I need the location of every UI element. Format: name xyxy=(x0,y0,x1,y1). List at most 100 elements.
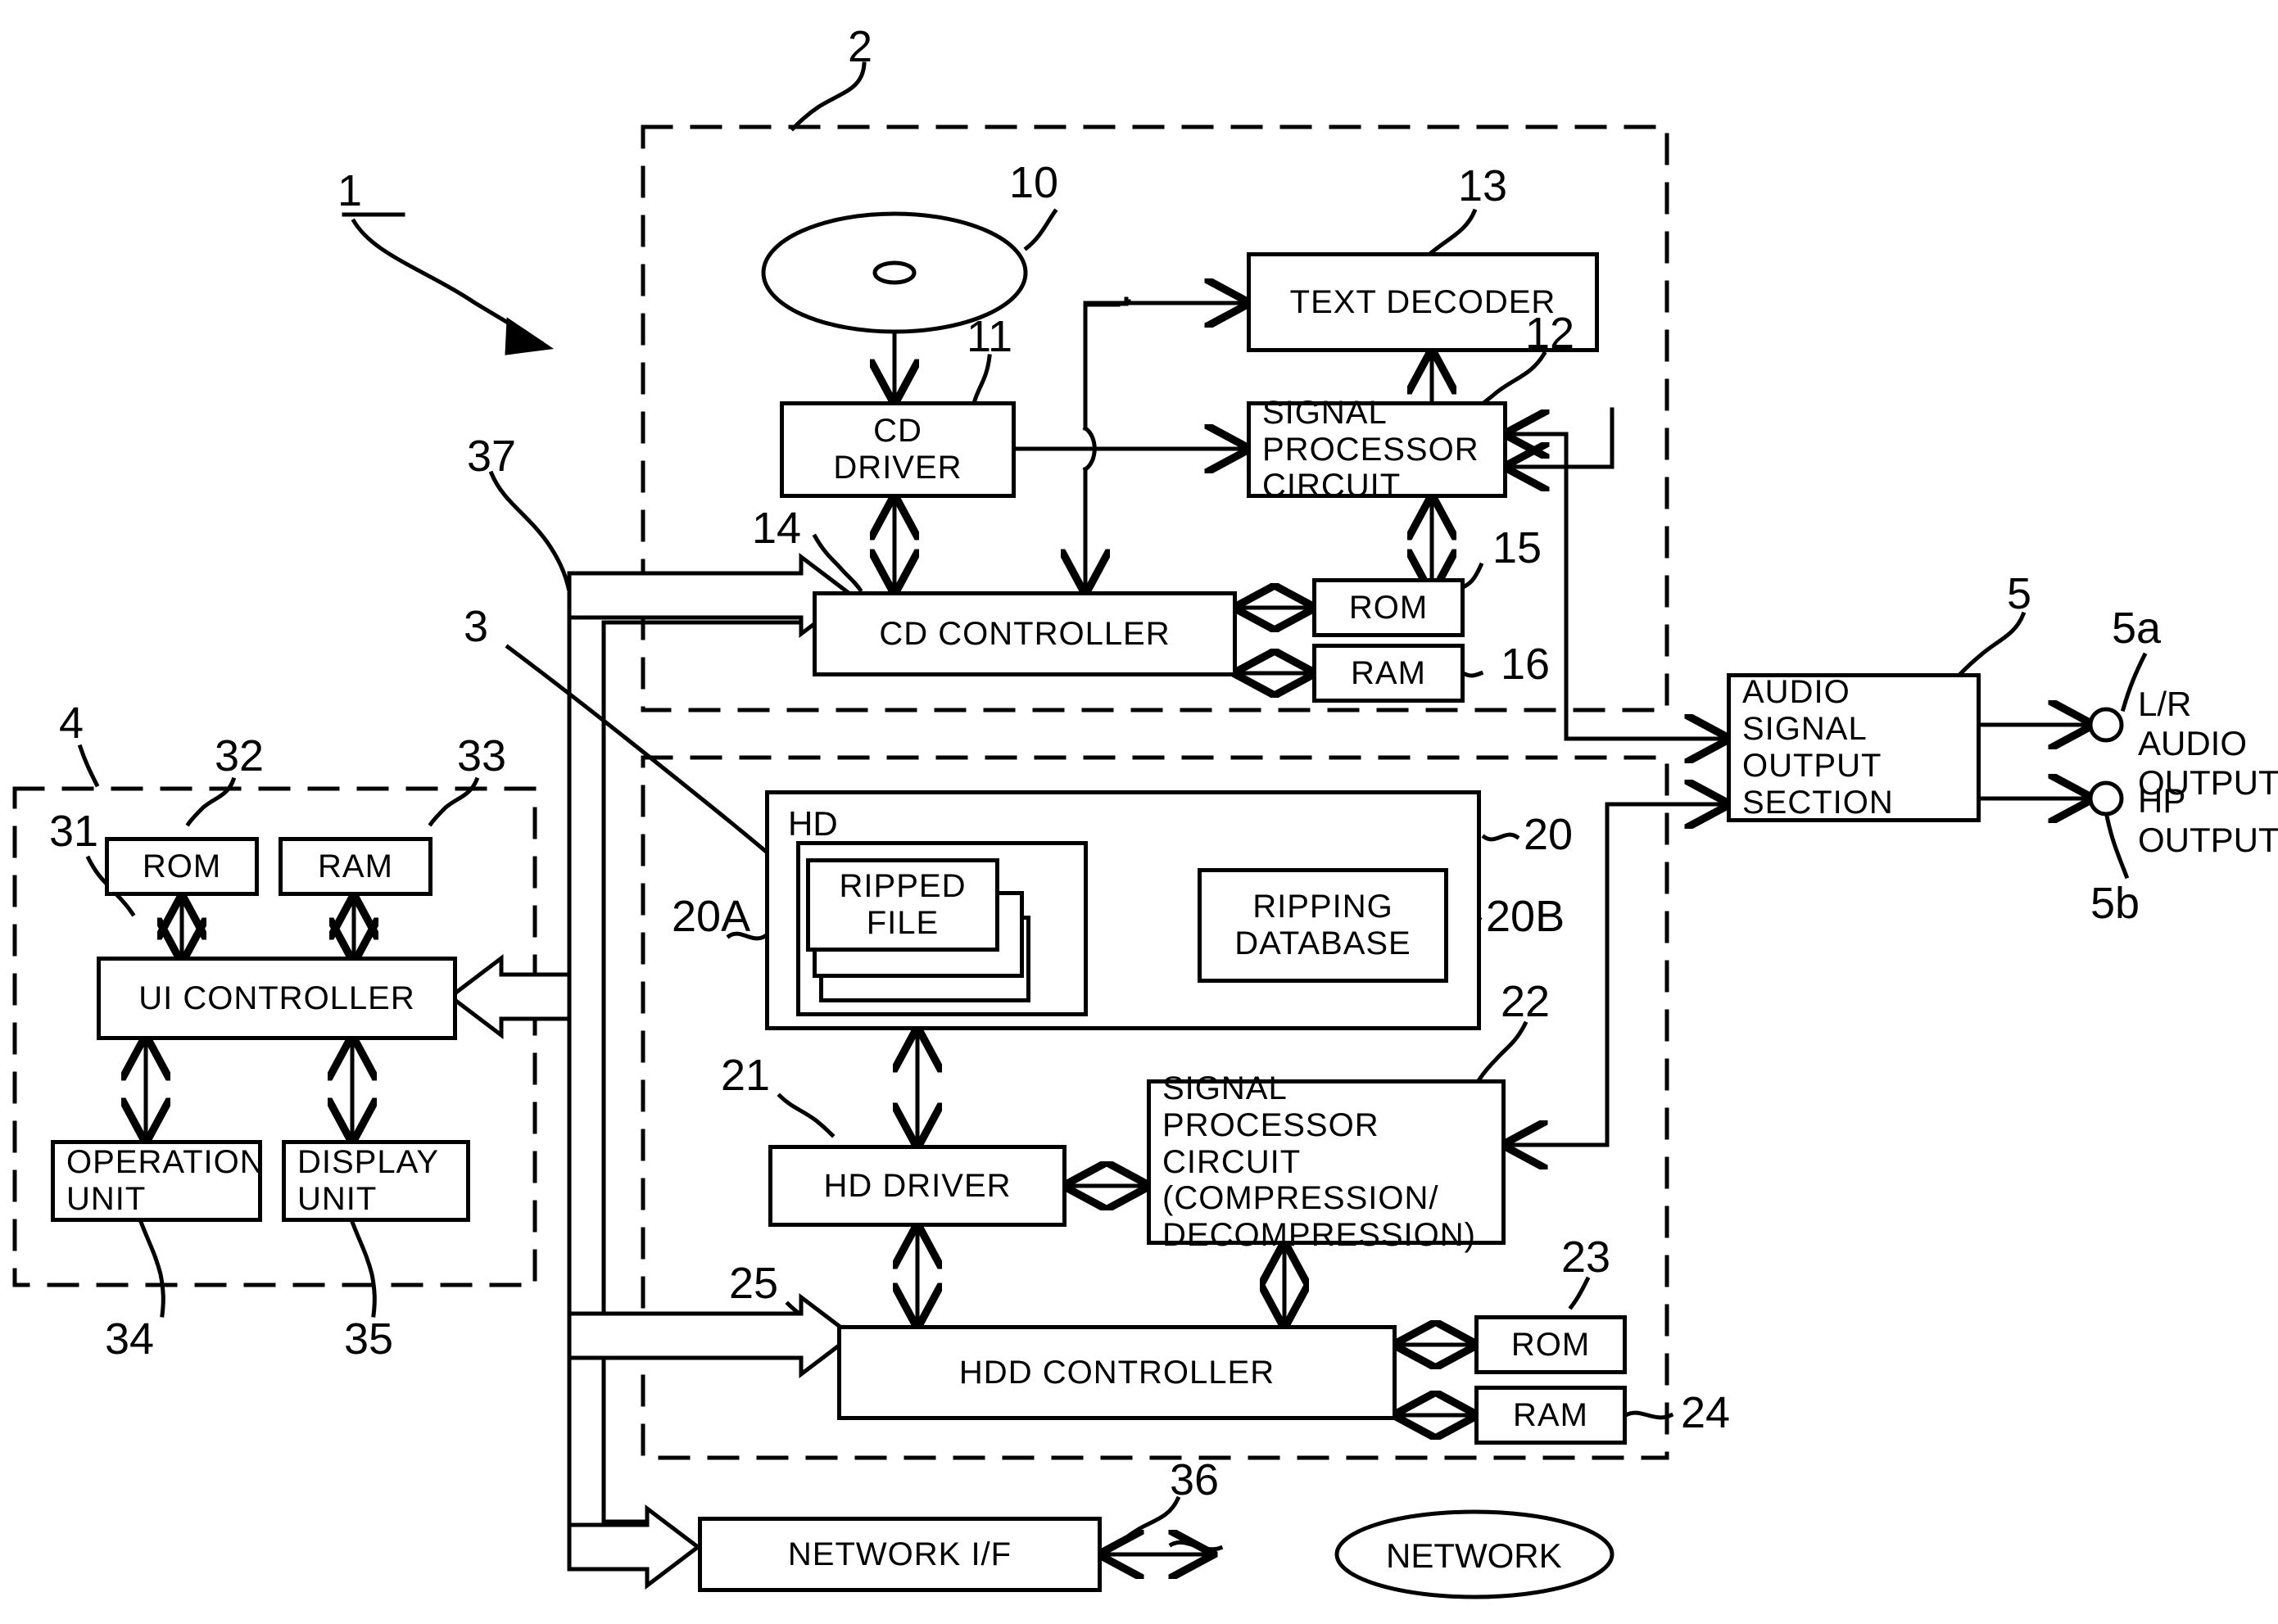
ref-12: 12 xyxy=(1525,309,1575,358)
audio-output-label-2: OUTPUT xyxy=(1742,748,1882,784)
leader-36 xyxy=(1121,1495,1181,1543)
audio-output-section-block[interactable]: AUDIO SIGNAL OUTPUT SECTION xyxy=(1727,673,1981,822)
ref-11: 11 xyxy=(967,312,1013,361)
ref-5a: 5a xyxy=(2112,604,2162,653)
cd-controller-label: CD CONTROLLER xyxy=(879,615,1171,652)
operation-unit-block[interactable]: OPERATION UNIT xyxy=(51,1140,265,1222)
display-unit-label-1: DISPLAY xyxy=(297,1144,439,1181)
cd-driver-label-2: DRIVER xyxy=(833,450,962,486)
cd-ram-block[interactable]: RAM xyxy=(1312,644,1465,703)
hd-driver-label: HD DRIVER xyxy=(823,1167,1012,1204)
ref-22: 22 xyxy=(1501,977,1551,1026)
hp-output-label-1: HP xyxy=(2138,781,2186,820)
network-label: NETWORK xyxy=(1386,1536,1562,1575)
figure-canvas: TEXT DECODER CD DRIVER SIGNAL PROCESSOR … xyxy=(0,0,2278,1624)
ref-20A: 20A xyxy=(672,892,751,941)
ref-21: 21 xyxy=(721,1051,771,1100)
cd-controller-block[interactable]: CD CONTROLLER xyxy=(813,591,1237,676)
cd-rom-block[interactable]: ROM xyxy=(1312,578,1465,637)
lr-terminal-dot xyxy=(2088,707,2124,743)
cd-driver-block[interactable]: CD DRIVER xyxy=(780,401,1016,498)
leader-5b xyxy=(2104,813,2130,880)
hd-driver-block[interactable]: HD DRIVER xyxy=(768,1145,1067,1227)
bus-arrow-hdd-controller xyxy=(567,1292,856,1379)
hd-signal-processor-label-4: DECOMPRESSION) xyxy=(1162,1217,1476,1254)
leader-15 xyxy=(1461,562,1484,590)
leader-4 xyxy=(77,744,100,788)
ref-32: 32 xyxy=(215,731,265,780)
ref-25: 25 xyxy=(729,1259,779,1308)
ref-1: 1 xyxy=(337,166,363,215)
ref-24: 24 xyxy=(1681,1388,1731,1437)
cd-signal-processor-label-1: SIGNAL PROCESSOR xyxy=(1262,394,1479,468)
hd-signal-processor-label-2: CIRCUIT xyxy=(1162,1143,1302,1180)
ref-5b: 5b xyxy=(2090,879,2140,928)
ref-36: 36 xyxy=(1170,1455,1220,1504)
ui-rom-block[interactable]: ROM xyxy=(105,837,259,896)
leader-11 xyxy=(971,354,992,404)
leader-16 xyxy=(1460,670,1484,678)
lr-audio-output-label-1: L/R xyxy=(2138,685,2192,723)
operation-unit-label-1: OPERATION xyxy=(66,1144,265,1181)
leader-5 xyxy=(1958,611,2027,676)
cd-signal-processor-block[interactable]: SIGNAL PROCESSOR CIRCUIT xyxy=(1247,395,1507,504)
hd-label: HD xyxy=(788,804,838,843)
ref-35: 35 xyxy=(344,1314,394,1364)
bus-arrow-ui-controller xyxy=(446,953,572,1040)
ripped-file-label-2: FILE xyxy=(866,905,940,941)
leader-36-squiggle xyxy=(1168,1540,1224,1552)
ref-14: 14 xyxy=(752,504,802,553)
leader-37 xyxy=(488,470,571,590)
ref-5: 5 xyxy=(2007,569,2032,618)
bus-rail-b-bottom xyxy=(601,1403,650,1524)
ref-3: 3 xyxy=(464,602,489,651)
hdd-controller-block[interactable]: HDD CONTROLLER xyxy=(837,1325,1397,1420)
ui-controller-block[interactable]: UI CONTROLLER xyxy=(97,957,457,1040)
network-if-block[interactable]: NETWORK I/F xyxy=(698,1517,1102,1592)
ripped-file-label-1: RIPPED xyxy=(839,868,967,905)
ref-4: 4 xyxy=(59,699,84,748)
ref-20B: 20B xyxy=(1486,892,1565,941)
ref-13: 13 xyxy=(1458,161,1508,210)
hp-terminal-dot xyxy=(2088,780,2124,817)
ref-16: 16 xyxy=(1501,640,1551,689)
hd-signal-processor-label-3: (COMPRESSION/ xyxy=(1162,1180,1439,1217)
ripping-database-label-2: DATABASE xyxy=(1234,925,1411,961)
display-unit-block[interactable]: DISPLAY UNIT xyxy=(282,1140,470,1222)
hd-signal-processor-label-1: SIGNAL PROCESSOR xyxy=(1162,1070,1379,1143)
leader-2 xyxy=(790,61,867,132)
ui-ram-label: RAM xyxy=(318,848,393,884)
hdd-rom-label: ROM xyxy=(1510,1326,1591,1363)
leader-21 xyxy=(777,1092,836,1138)
hdd-ram-label: RAM xyxy=(1513,1396,1588,1433)
network-if-label: NETWORK I/F xyxy=(787,1536,1012,1572)
audio-output-label-1: AUDIO SIGNAL xyxy=(1742,674,1868,748)
hdd-rom-block[interactable]: ROM xyxy=(1474,1315,1627,1374)
leader-33 xyxy=(428,776,480,827)
ref-23: 23 xyxy=(1561,1233,1611,1282)
lr-audio-output-label-2: AUDIO xyxy=(2138,724,2248,762)
hdd-ram-block[interactable]: RAM xyxy=(1474,1386,1627,1445)
ripped-file-block[interactable]: RIPPED FILE xyxy=(806,858,999,952)
ref-33: 33 xyxy=(457,731,507,780)
cd-signal-processor-label-2: CIRCUIT xyxy=(1262,468,1402,504)
ripping-database-block[interactable]: RIPPING DATABASE xyxy=(1198,868,1448,983)
ui-ram-block[interactable]: RAM xyxy=(279,837,433,896)
ref-31: 31 xyxy=(49,807,99,856)
ref-20: 20 xyxy=(1524,810,1574,859)
text-decoder-label: TEXT DECODER xyxy=(1289,283,1556,320)
cd-ram-label: RAM xyxy=(1351,654,1426,691)
leader-23 xyxy=(1568,1276,1591,1310)
ref-2: 2 xyxy=(848,22,873,71)
ref-10: 10 xyxy=(1009,158,1059,207)
hp-output-label-2: OUTPUT xyxy=(2138,821,2278,859)
display-unit-label-2: UNIT xyxy=(297,1181,378,1217)
hd-signal-processor-block[interactable]: SIGNAL PROCESSOR CIRCUIT (COMPRESSION/ D… xyxy=(1147,1070,1506,1253)
ui-controller-label: UI CONTROLLER xyxy=(138,979,415,1016)
leader-3 xyxy=(505,644,796,878)
operation-unit-label-2: UNIT xyxy=(66,1181,147,1217)
disc-hole xyxy=(872,260,917,285)
ui-rom-label: ROM xyxy=(142,848,222,884)
ripping-database-label-1: RIPPING xyxy=(1252,889,1393,925)
leader-20 xyxy=(1481,832,1520,842)
